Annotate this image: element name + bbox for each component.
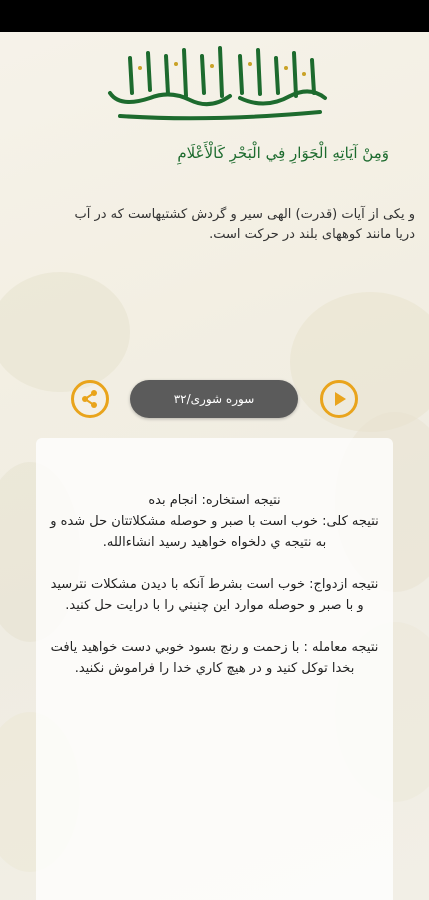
ayah-text: وَمِنْ آيَاتِهِ الْجَوَارِ فِي الْبَحْرِ… [177,144,389,162]
share-button[interactable] [71,380,109,418]
result-line-general: نتیجه کلی: خوب است با صبر و حوصله مشکلات… [50,514,379,550]
result-line-decision: نتیجه استخاره: انجام بده [148,493,281,508]
ayah-translation: و یکی از آیات (قدرت) الهی سیر و گردش کشت… [74,207,415,242]
surah-label: سوره شوری/۳۲ [173,392,255,406]
status-bar [0,0,429,32]
result-card: نتیجه استخاره: انجام بده نتیجه کلی: خوب … [36,438,393,900]
play-button[interactable] [320,380,358,418]
controls-bar: سوره شوری/۳۲ [0,380,429,418]
result-line-trade: نتیجه معامله : با زحمت و رنج بسود خوبي د… [50,640,379,676]
result-text: نتیجه استخاره: انجام بده نتیجه کلی: خوب … [46,490,383,679]
surah-label-button[interactable]: سوره شوری/۳۲ [130,380,298,418]
result-line-marriage: نتیجه ازدواج: خوب است بشرط آنکه با دیدن … [50,577,379,613]
bismillah-calligraphy [108,46,327,121]
share-icon [82,390,97,408]
play-icon [335,392,346,406]
